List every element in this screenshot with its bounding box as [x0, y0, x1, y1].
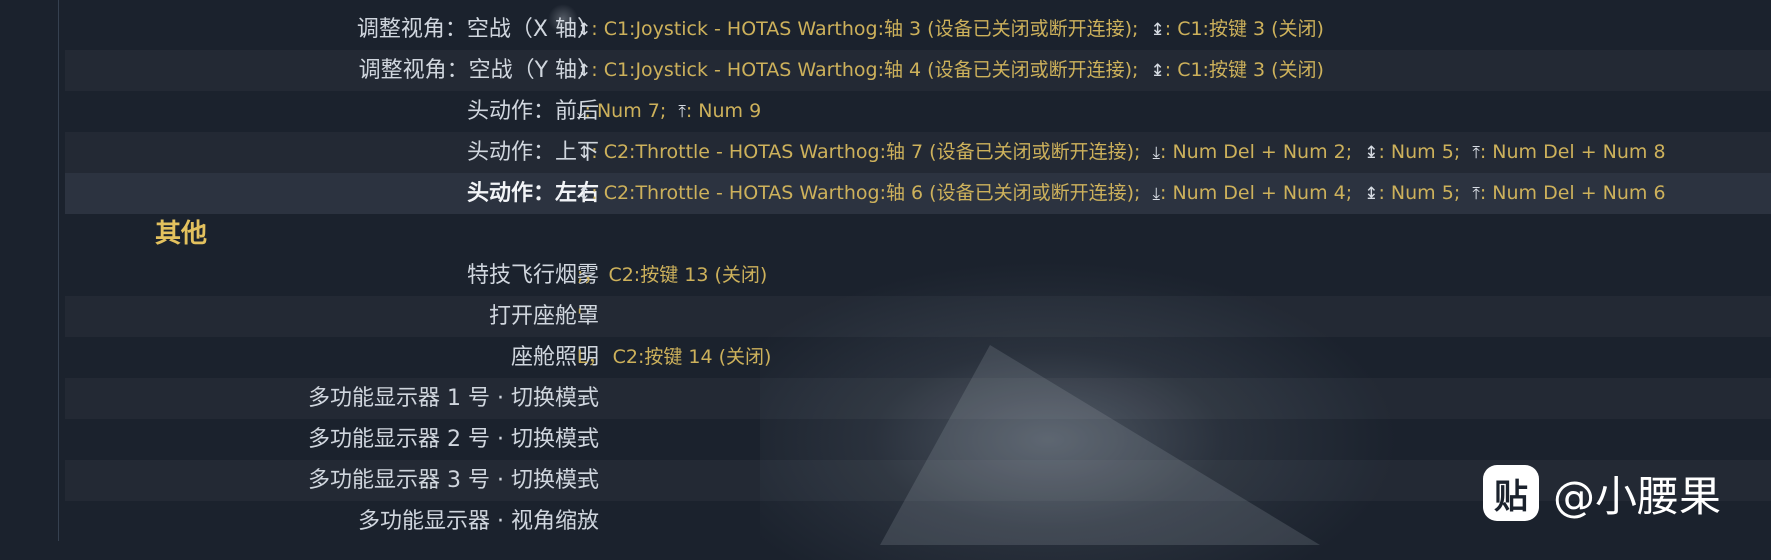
decrease-icon: ⤓: [577, 102, 585, 122]
binding-row-view-air-x[interactable]: 调整视角：空战（X 轴） ↕: C1:Joystick - HOTAS Wart…: [65, 9, 1771, 50]
watermark-text: @小腰果: [1553, 471, 1722, 521]
binding-row-mfd2[interactable]: 多功能显示器 2 号 · 切换模式 ---: [65, 419, 1771, 460]
binding-row-mfd1[interactable]: 多功能显示器 1 号 · 切换模式 ---: [65, 378, 1771, 419]
axis-icon: ↕: [577, 20, 592, 40]
binding-value[interactable]: L， C2:按键 14 (关闭): [577, 337, 771, 378]
button-axis-icon: ↨: [1364, 143, 1379, 163]
binding-value[interactable]: ⤓: Num 7; ⤒: Num 9: [577, 91, 761, 133]
binding-value[interactable]: ;， C2:按键 13 (关闭): [577, 255, 767, 296]
binding-label: 多功能显示器 · 视角缩放: [358, 509, 599, 534]
decrease-icon: ⤓: [1152, 184, 1160, 204]
binding-row-head-forward-back[interactable]: 头动作：前后 ⤓: Num 7; ⤒: Num 9: [65, 91, 1771, 132]
binding-value[interactable]: ↕: C1:Joystick - HOTAS Warthog:轴 4 (设备已关…: [577, 50, 1324, 92]
tieba-logo-icon: 贴: [1483, 465, 1539, 521]
binding-value[interactable]: ↕: C2:Throttle - HOTAS Warthog:轴 6 (设备已关…: [577, 173, 1666, 215]
binding-label: 多功能显示器 2 号 · 切换模式: [308, 427, 599, 452]
controls-list: 调整视角：空战（X 轴） ↕: C1:Joystick - HOTAS Wart…: [65, 9, 1771, 542]
binding-label: 打开座舱罩: [488, 304, 599, 329]
binding-value[interactable]: ---: [577, 419, 598, 460]
binding-label: 多功能显示器 1 号 · 切换模式: [308, 386, 599, 411]
decrease-icon: ⤓: [1152, 143, 1160, 163]
binding-row-smoke[interactable]: 特技飞行烟雾 ;， C2:按键 13 (关闭): [65, 255, 1771, 296]
binding-value[interactable]: ↕: C2:Throttle - HOTAS Warthog:轴 7 (设备已关…: [577, 132, 1666, 174]
button-axis-icon: ↨: [1150, 20, 1165, 40]
binding-row-cockpit-light[interactable]: 座舱照明 L， C2:按键 14 (关闭): [65, 337, 1771, 378]
button-axis-icon: ↨: [1364, 184, 1379, 204]
binding-label: 调整视角：空战（Y 轴）: [358, 58, 599, 83]
increase-icon: ⤒: [678, 102, 686, 122]
binding-value[interactable]: ---: [577, 460, 598, 501]
left-divider: [58, 0, 59, 541]
binding-value[interactable]: ': [577, 296, 582, 337]
axis-icon: ↕: [577, 61, 592, 81]
section-header-other: 其他: [65, 214, 1771, 255]
binding-value[interactable]: ↕: C1:Joystick - HOTAS Warthog:轴 3 (设备已关…: [577, 9, 1324, 51]
binding-label: 多功能显示器 3 号 · 切换模式: [308, 468, 599, 493]
increase-icon: ⤒: [1472, 143, 1480, 163]
binding-value[interactable]: ---: [577, 501, 598, 542]
axis-icon: ↕: [577, 184, 592, 204]
binding-value[interactable]: ---: [577, 378, 598, 419]
axis-icon: ↕: [577, 143, 592, 163]
binding-row-head-up-down[interactable]: 头动作：上下 ↕: C2:Throttle - HOTAS Warthog:轴 …: [65, 132, 1771, 173]
binding-row-canopy[interactable]: 打开座舱罩 ': [65, 296, 1771, 337]
button-axis-icon: ↨: [1150, 61, 1165, 81]
binding-label: 调整视角：空战（X 轴）: [356, 17, 599, 42]
increase-icon: ⤒: [1472, 184, 1480, 204]
binding-row-view-air-y[interactable]: 调整视角：空战（Y 轴） ↕: C1:Joystick - HOTAS Wart…: [65, 50, 1771, 91]
binding-row-head-left-right[interactable]: 头动作：左右 ↕: C2:Throttle - HOTAS Warthog:轴 …: [65, 173, 1771, 214]
section-title: 其他: [155, 219, 208, 249]
watermark: 贴 @小腰果: [1483, 465, 1721, 521]
